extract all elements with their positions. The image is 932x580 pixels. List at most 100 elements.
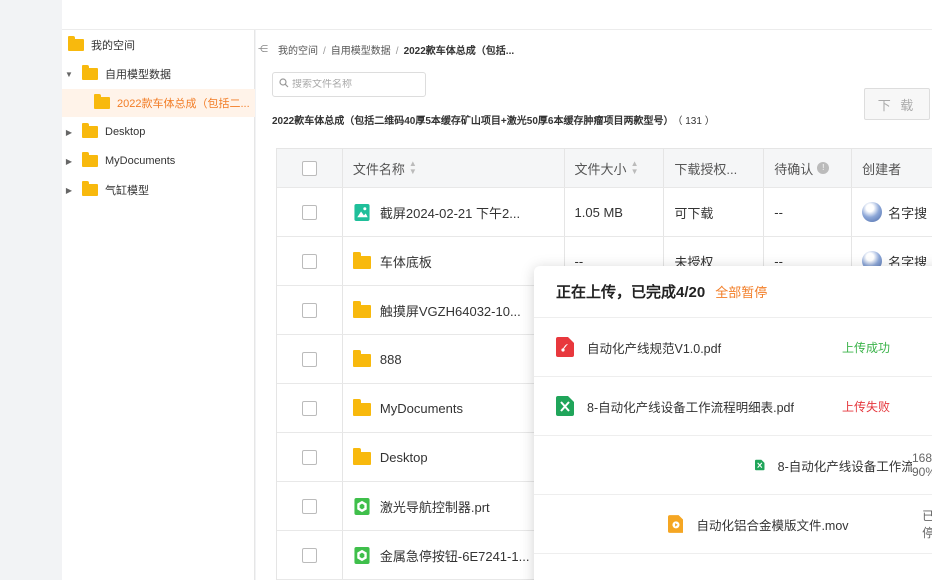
search-input[interactable]: [292, 79, 422, 90]
sort-icon[interactable]: ▲ ▼: [631, 160, 639, 176]
download-permission-cell: 可下载: [664, 188, 765, 236]
header-label: 文件大小: [574, 161, 627, 177]
video-file-icon: [667, 515, 684, 533]
row-checkbox-cell: [277, 188, 343, 236]
creator-name: 名字搜: [888, 205, 928, 221]
upload-file-name: 自动化产线规范V1.0.pdf: [587, 341, 722, 356]
row-checkbox-cell: [277, 286, 343, 334]
file-name-cell[interactable]: MyDocuments: [343, 384, 565, 432]
file-name-cell[interactable]: 车体底板: [343, 237, 565, 285]
upload-item[interactable]: 自动化产线规范V1.0.pdf 上传成功: [534, 318, 932, 377]
tree-item-label: Desktop: [105, 126, 146, 138]
file-name-cell[interactable]: Desktop: [343, 433, 565, 481]
row-checkbox[interactable]: [301, 449, 317, 465]
avatar: [862, 202, 883, 222]
creator-cell: 名字搜: [852, 188, 932, 236]
folder-tree-sidebar: 我的空间 ▼ 自用模型数据 2022款车体总成（包括二... ▶ Desktop…: [62, 30, 255, 580]
file-name: Desktop: [379, 449, 428, 465]
folder-icon: [82, 123, 98, 138]
pause-all-button[interactable]: 全部暂停: [715, 282, 767, 301]
row-checkbox[interactable]: [301, 547, 317, 563]
upload-file-name: 8-自动化产线设备工作流程明细表.pdf: [587, 400, 794, 415]
file-name-cell[interactable]: 金属急停按钮-6E7241-1...: [343, 531, 565, 579]
row-checkbox[interactable]: [301, 204, 317, 220]
search-box[interactable]: [272, 72, 426, 97]
info-icon[interactable]: !: [817, 162, 830, 174]
file-name-cell[interactable]: 888: [343, 335, 565, 383]
file-name-cell[interactable]: 触摸屏VGZH64032-10...: [343, 286, 565, 334]
tree-item-my-space[interactable]: 我的空间: [62, 31, 255, 59]
download-button[interactable]: 下 载: [864, 88, 930, 120]
file-name: MyDocuments: [379, 400, 463, 416]
table-row[interactable]: 截屏2024-02-21 下午2... 1.05 MB 可下载 -- 名字搜: [277, 188, 932, 237]
caret-right-icon[interactable]: ▶: [64, 157, 74, 166]
file-count: （ 131 ）: [677, 116, 715, 127]
row-checkbox[interactable]: [301, 498, 317, 514]
tree-item-label: 气缸模型: [105, 185, 149, 197]
folder-title-text: 2022款车体总成（包括二维码40厚5本缓存矿山项目+激光50厚6本缓存肿瘤项目…: [272, 116, 674, 127]
excel-file-icon: [755, 459, 765, 471]
header-pending: 待确认!: [764, 149, 853, 187]
header-file-name[interactable]: 文件名称 ▲ ▼: [343, 149, 565, 187]
caret-right-icon[interactable]: ▶: [64, 128, 74, 137]
upload-list: 自动化产线规范V1.0.pdf 上传成功 8-自动化产线设备工作流程明细表.pdf 上…: [534, 318, 932, 554]
part-file-icon: [354, 546, 370, 564]
file-name-cell[interactable]: 激光导航控制器.prt: [343, 482, 565, 530]
row-checkbox-cell: [277, 384, 343, 432]
row-checkbox-cell: [277, 482, 343, 530]
collapse-sidebar-icon[interactable]: ⋲: [258, 44, 268, 55]
breadcrumb-separator: /: [395, 46, 399, 57]
image-file-icon: [354, 203, 370, 221]
upload-title: 正在上传，已完成4/20: [556, 284, 706, 301]
pdf-file-icon: [556, 337, 574, 357]
row-checkbox[interactable]: [301, 253, 317, 269]
search-icon: [279, 78, 289, 91]
tree-item-2022-body-assembly[interactable]: 2022款车体总成（包括二...: [62, 89, 255, 117]
file-name: 888: [379, 351, 402, 367]
file-name-cell[interactable]: 截屏2024-02-21 下午2...: [343, 188, 565, 236]
upload-status: 168kb/s 90%: [911, 451, 932, 479]
tree-item-cylinder-model[interactable]: ▶ 气缸模型: [62, 176, 255, 204]
file-name: 金属急停按钮-6E7241-1...: [379, 548, 530, 564]
top-bar: [62, 0, 932, 30]
tree-item-desktop[interactable]: ▶ Desktop: [62, 118, 255, 146]
folder-icon: [82, 65, 98, 80]
header-download-permission: 下载授权...: [664, 149, 765, 187]
header-file-size[interactable]: 文件大小 ▲ ▼: [565, 149, 665, 187]
breadcrumb-item[interactable]: 我的空间: [278, 46, 318, 57]
breadcrumb-item[interactable]: 自用模型数据: [331, 46, 391, 57]
folder-icon: [68, 36, 84, 51]
select-all-checkbox[interactable]: [301, 160, 317, 176]
row-checkbox-cell: [277, 531, 343, 579]
row-checkbox-cell: [277, 335, 343, 383]
pending-value: --: [774, 204, 783, 220]
upload-status: 已暂停: [922, 507, 932, 541]
file-name: 触摸屏VGZH64032-10...: [379, 303, 521, 319]
file-name: 激光导航控制器.prt: [379, 499, 490, 515]
row-checkbox-cell: [277, 433, 343, 481]
folder-icon: [82, 152, 98, 167]
folder-icon: [352, 350, 371, 367]
tree-item-self-model-data[interactable]: ▼ 自用模型数据: [62, 60, 255, 88]
header-checkbox-cell: [277, 149, 343, 187]
folder-icon: [352, 448, 371, 465]
breadcrumb: 我的空间 / 自用模型数据 / 2022款车体总成（包括...: [278, 42, 514, 57]
sort-icon[interactable]: ▲ ▼: [409, 160, 417, 176]
row-checkbox[interactable]: [301, 302, 317, 318]
tree-item-label: 2022款车体总成（包括二...: [117, 98, 250, 110]
upload-item[interactable]: 8-自动化产线设备工作流程明细表.pdf168kb/s 90%: [534, 436, 932, 495]
caret-right-icon[interactable]: ▶: [64, 186, 74, 195]
row-checkbox[interactable]: [301, 400, 317, 416]
folder-icon: [352, 399, 371, 416]
header-label: 待确认: [774, 161, 814, 177]
upload-item[interactable]: 8-自动化产线设备工作流程明细表.pdf 上传失败: [534, 377, 932, 436]
upload-item[interactable]: 自动化铝合金模版文件.mov 已暂停: [534, 495, 932, 554]
header-label: 创建者: [862, 161, 902, 177]
upload-progress-panel: 正在上传，已完成4/20 全部暂停 自动化产线规范V1.0.pdf 上传成功 8-自…: [534, 266, 932, 580]
row-checkbox-cell: [277, 237, 343, 285]
caret-down-icon[interactable]: ▼: [64, 70, 74, 79]
folder-icon: [352, 252, 371, 269]
row-checkbox[interactable]: [301, 351, 317, 367]
header-creator: 创建者: [852, 149, 932, 187]
tree-item-mydocuments[interactable]: ▶ MyDocuments: [62, 147, 255, 175]
